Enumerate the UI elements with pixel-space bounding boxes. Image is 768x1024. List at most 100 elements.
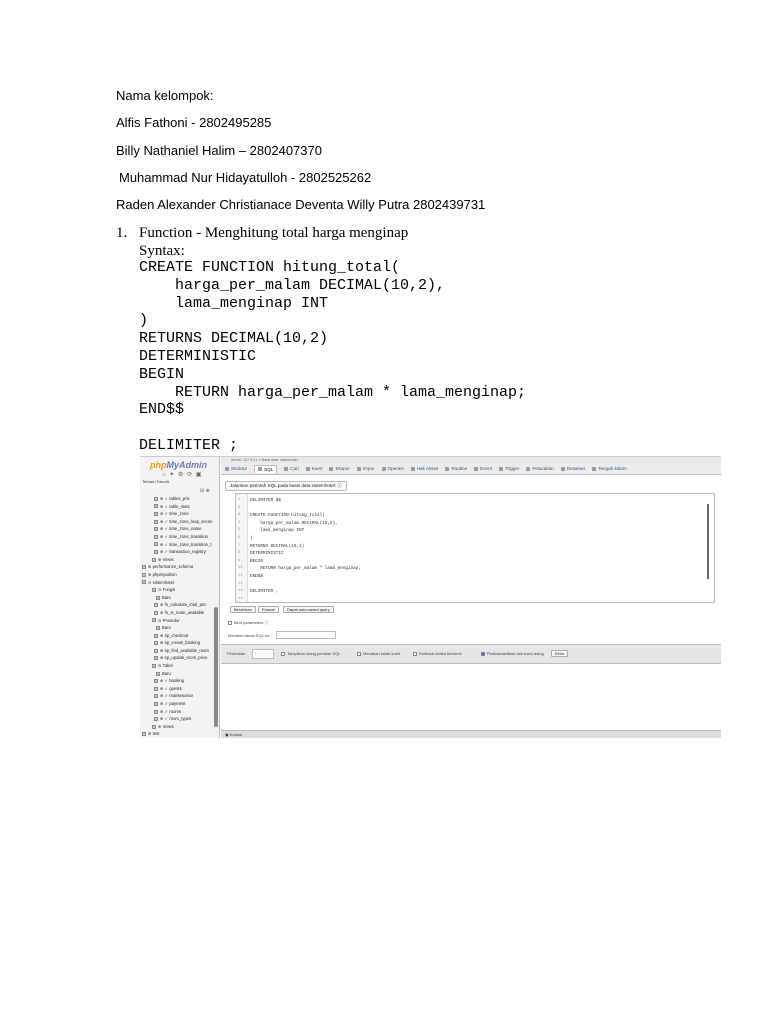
bind-parameters-option[interactable]: Bind parameters ⓘ (228, 620, 268, 626)
show-query-option[interactable]: Tampilkan ulang perintah SQL (281, 651, 341, 656)
tab-tengah-kolom[interactable]: Tengah kolom (592, 466, 627, 471)
tree-item[interactable]: ⊕ ✓ transaction_registry (140, 548, 216, 556)
tree-item-label: Baru (162, 594, 171, 600)
nav-icons[interactable]: ⌂ ✦ ⚙ ⟳ ▣ (162, 471, 202, 478)
nav-scrollbar[interactable] (214, 607, 218, 727)
tree-item[interactable]: ⊕ ✓ time_zone_transition (140, 533, 216, 541)
retain-box-option[interactable]: Menahan kotak kueri (357, 651, 400, 656)
rollback-label: Rollback ketika berhenti (419, 651, 462, 656)
tab-icon (410, 466, 415, 471)
tree-item[interactable]: ⊕ phpmyadmin (140, 571, 216, 579)
tree-item-icon (154, 504, 158, 509)
tree-item-icon (152, 588, 156, 593)
tree-item[interactable]: ⊕ ✓ guests (140, 685, 216, 693)
tab-icon (381, 466, 386, 471)
tree-item[interactable]: ⊕ sp_create_booking (140, 639, 216, 647)
tree-item[interactable]: Baru (140, 624, 216, 632)
tree-item[interactable]: Baru (140, 670, 216, 678)
bind-checkbox[interactable] (228, 620, 232, 625)
tree-item-label: ⊕ sp_checkout (160, 632, 189, 638)
tree-item[interactable]: ⊕ Views (140, 556, 216, 564)
tab-trigger[interactable]: Trigger (498, 466, 519, 471)
tab-pelacakan[interactable]: Pelacakan (526, 466, 554, 471)
tab-sql[interactable]: SQL (254, 464, 278, 473)
bookmark-input[interactable] (276, 631, 336, 639)
tree-item[interactable]: ⊕ ✓ time_zone_transition_t (140, 541, 216, 549)
tree-item-label: ⊕ sp_create_booking (160, 640, 201, 646)
tree-item[interactable]: ⊕ sp_checkout (140, 632, 216, 640)
tree-item-label: ⊕ test (148, 731, 160, 737)
tab-desainer[interactable]: Desainer (560, 466, 585, 471)
tree-item[interactable]: ⊕ ✓ time_zone (140, 510, 216, 518)
tab-impor[interactable]: Impor (356, 466, 375, 471)
tree-item[interactable]: ⊖ sistemhotel (140, 579, 216, 587)
tree-item[interactable]: ⊕ ✓ rooms (140, 708, 216, 716)
nav-recent-favorites[interactable]: Terbaru Favorit (142, 479, 169, 484)
tree-item[interactable]: ⊕ ✓ time_zone_leap_secon (140, 518, 216, 526)
foreign-keys-checkbox[interactable] (481, 651, 485, 656)
tab-hak-akses[interactable]: Hak Akses (410, 466, 438, 471)
tree-item-label: ⊕ ✓ maintenance (160, 693, 194, 699)
sql-text[interactable]: DELIMITER $$ CREATE FUNCTION hitung_tota… (250, 497, 361, 596)
tree-item-icon (154, 701, 158, 706)
tab-routine[interactable]: Routine (445, 466, 467, 471)
tree-item[interactable]: ⊕ performance_schema (140, 563, 216, 571)
tree-item[interactable]: ⊕ fn_calculate_total_pric (140, 601, 216, 609)
delimiter-input[interactable]: ; (252, 649, 274, 659)
tree-item[interactable]: ⊕ Views (140, 723, 216, 731)
tree-item-icon (154, 641, 158, 646)
tree-item[interactable]: ⊕ fn_is_room_available (140, 609, 216, 617)
member-3: Muhammad Nur Hidayatulloh - 2802525262 (119, 170, 372, 185)
tree-item[interactable]: ⊕ ✓ tables_priv (140, 495, 216, 503)
tab-event[interactable]: Event (474, 466, 492, 471)
retain-box-checkbox[interactable] (357, 651, 361, 656)
tree-item[interactable]: ⊕ ✓ maintenance (140, 692, 216, 700)
rollback-checkbox[interactable] (413, 651, 417, 656)
rollback-option[interactable]: Rollback ketika berhenti (413, 651, 461, 656)
tab-struktur[interactable]: Struktur (225, 466, 247, 471)
retain-box-label: Menahan kotak kueri (363, 651, 401, 656)
tab-icon (356, 466, 361, 471)
tree-item[interactable]: ⊕ test (140, 730, 216, 738)
tab-cari[interactable]: Cari (284, 466, 299, 471)
tab-label: Operasi (387, 466, 404, 471)
foreign-keys-option[interactable]: Periksa/aktifkan cek kunci asing (481, 651, 544, 656)
tree-item-icon (154, 709, 158, 714)
tree-item[interactable]: ⊕ ✓ time_zone_name (140, 525, 216, 533)
show-query-checkbox[interactable] (281, 651, 285, 656)
tree-item[interactable]: ⊕ ✓ payment (140, 700, 216, 708)
tab-icon (592, 466, 597, 471)
format-button[interactable]: Format (258, 606, 279, 613)
group-label: Nama kelompok: (116, 88, 214, 103)
tab-operasi[interactable]: Operasi (381, 466, 404, 471)
tree-item[interactable]: ⊕ ✓ booking (140, 677, 216, 685)
tree-item-icon (142, 580, 146, 585)
tree-item[interactable]: ⊕ sp_update_room_price (140, 654, 216, 662)
tree-item[interactable]: Baru (140, 594, 216, 602)
tab-ekspor[interactable]: Ekspor (329, 466, 350, 471)
autosaved-query-button[interactable]: Dapat auto-saved query (283, 606, 334, 613)
tree-item[interactable]: ⊕ ✓ table_stats (140, 503, 216, 511)
tab-icon (474, 466, 479, 471)
sql-editor[interactable]: 1 2 3 4 5 6 7 8 9 10 11 12 13 14 DELIMIT… (235, 493, 715, 603)
tree-item[interactable]: ⊖ Prosedur (140, 617, 216, 625)
collapse-icon[interactable]: ⊟ ⊕ (200, 488, 210, 494)
tree-item-label: ⊕ ✓ time_zone_transition (160, 533, 208, 539)
tab-kueri[interactable]: Kueri (305, 466, 322, 471)
tree-item-label: ⊖ Prosedur (158, 617, 180, 623)
tree-item[interactable]: ⊖ Tabel (140, 662, 216, 670)
editor-scrollbar[interactable] (707, 504, 709, 579)
navigation-panel: phpMyAdmin ⌂ ✦ ⚙ ⟳ ▣ Terbaru Favorit ⊟ ⊕… (140, 457, 220, 738)
tree-item-label: ⊕ ✓ time_zone (160, 511, 189, 517)
clear-button[interactable]: Bersihkan (230, 606, 256, 613)
tab-icon (305, 466, 310, 471)
tree-item[interactable]: ⊕ sp_find_available_room (140, 647, 216, 655)
tab-label: Struktur (231, 466, 248, 471)
tree-item-icon (142, 572, 146, 577)
go-button[interactable]: Kirim (551, 650, 569, 657)
tree-item-label: ⊕ fn_is_room_available (160, 609, 205, 615)
tree-item[interactable]: ⊕ ✓ room_types (140, 715, 216, 723)
console-bar[interactable]: ▣ Konsol (221, 730, 721, 738)
tree-item-label: ⊕ sp_update_room_price (160, 655, 208, 661)
tree-item[interactable]: ⊖ Fungsi (140, 586, 216, 594)
